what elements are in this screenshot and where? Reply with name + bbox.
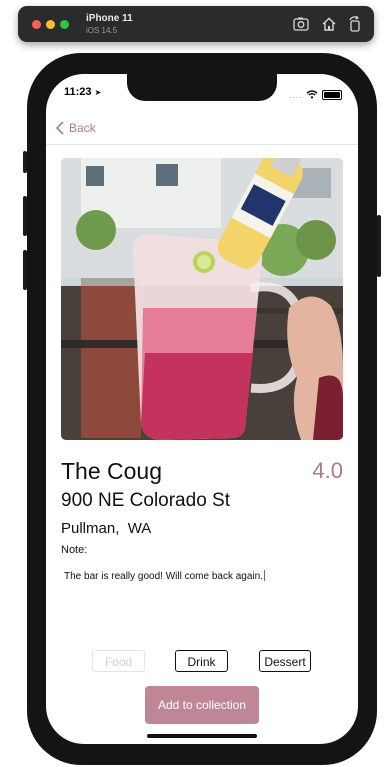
wifi-icon xyxy=(306,86,318,104)
app-screen: 11:23 ➤ .... Back The Coug 4.0 900 NE Co… xyxy=(46,74,358,744)
simulator-device-name: iPhone 11 xyxy=(86,13,133,24)
place-street: 900 NE Colorado St xyxy=(61,490,230,511)
phone-frame: 11:23 ➤ .... Back The Coug 4.0 900 NE Co… xyxy=(23,53,381,765)
status-time-text: 11:23 xyxy=(64,86,92,98)
notch xyxy=(127,74,277,101)
simulator-toolbar: iPhone 11 iOS 14.5 xyxy=(18,6,374,42)
chevron-left-icon xyxy=(55,121,64,135)
minimize-window-button[interactable] xyxy=(46,19,55,29)
mute-switch xyxy=(23,151,27,173)
add-to-collection-button[interactable]: Add to collection xyxy=(145,686,259,724)
rotate-icon[interactable] xyxy=(346,15,364,33)
food-button[interactable]: Food xyxy=(92,650,145,672)
place-city-state: Pullman, WA xyxy=(61,520,152,537)
close-window-button[interactable] xyxy=(32,19,41,29)
back-button-label: Back xyxy=(69,121,96,135)
drink-button[interactable]: Drink xyxy=(175,650,228,672)
note-field[interactable]: The bar is really good! Will come back a… xyxy=(64,570,265,582)
side-button xyxy=(377,215,381,277)
battery-icon xyxy=(322,90,342,100)
volume-down-button xyxy=(23,250,27,290)
text-cursor xyxy=(263,570,265,581)
zoom-window-button[interactable] xyxy=(60,19,69,29)
place-photo xyxy=(61,158,343,440)
home-icon[interactable] xyxy=(320,15,338,33)
volume-up-button xyxy=(23,196,27,236)
simulator-os-version: iOS 14.5 xyxy=(86,26,118,35)
note-text: The bar is really good! Will come back a… xyxy=(64,571,263,582)
status-time: 11:23 ➤ xyxy=(64,86,101,98)
status-indicators: .... xyxy=(289,86,342,104)
screenshot-icon[interactable] xyxy=(292,15,310,33)
navigation-bar: Back xyxy=(46,114,358,145)
signal-icon: .... xyxy=(289,90,302,100)
back-button[interactable]: Back xyxy=(55,121,96,135)
dessert-button[interactable]: Dessert xyxy=(259,650,311,672)
location-arrow-icon: ➤ xyxy=(94,88,102,97)
place-rating: 4.0 xyxy=(312,458,343,483)
note-label: Note: xyxy=(61,544,88,556)
home-indicator[interactable] xyxy=(147,734,257,738)
place-name: The Coug xyxy=(61,458,163,484)
